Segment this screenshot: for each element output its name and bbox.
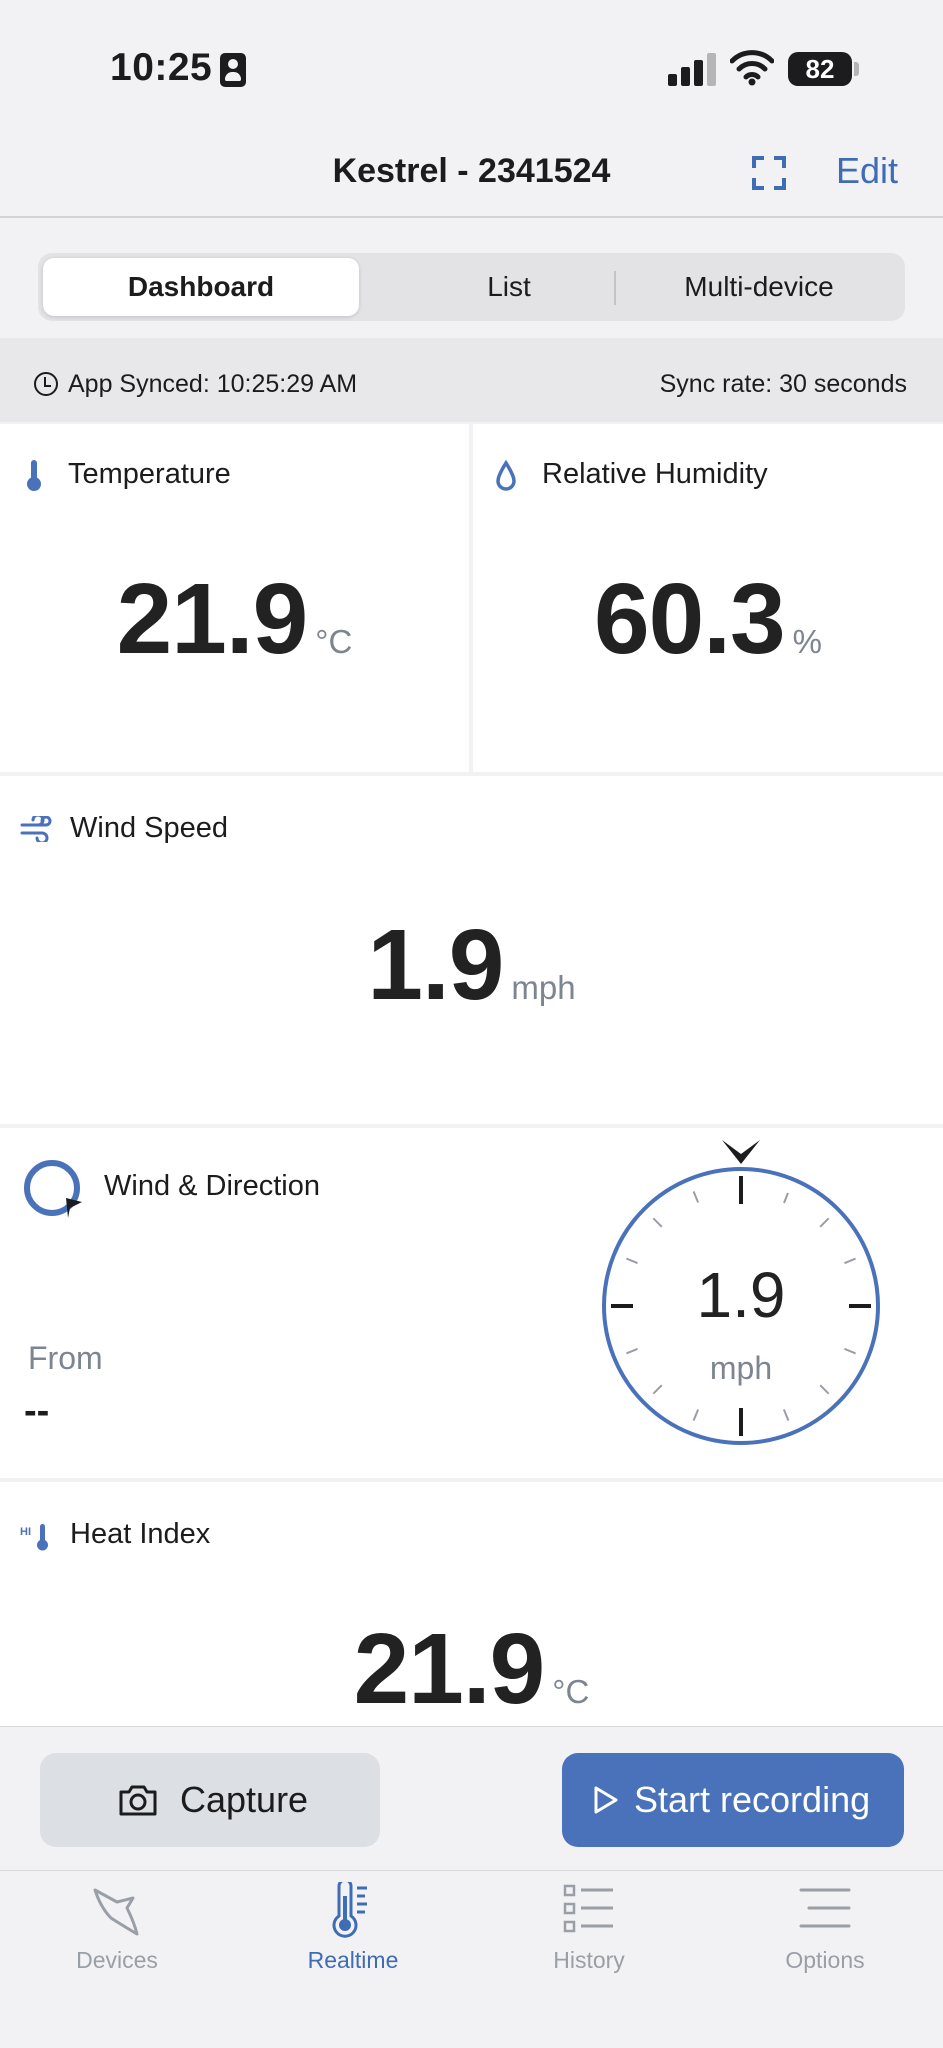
humidity-value: 60.3 bbox=[594, 563, 786, 675]
tab-realtime[interactable]: Realtime bbox=[263, 1882, 443, 1982]
wind-speed-card[interactable]: Wind Speed 1.9 mph bbox=[0, 776, 943, 1124]
menu-icon bbox=[799, 1888, 851, 1928]
heat-index-icon: HI bbox=[20, 1524, 48, 1551]
bird-icon bbox=[93, 1888, 139, 1936]
humidity-unit: % bbox=[792, 623, 822, 660]
tab-devices[interactable]: Devices bbox=[27, 1882, 207, 1982]
compass-speed-unit: mph bbox=[709, 1350, 773, 1386]
wifi-icon bbox=[730, 50, 774, 86]
wind-icon bbox=[20, 816, 52, 842]
edit-button[interactable]: Edit bbox=[836, 150, 898, 192]
page-title: Kestrel - 2341524 bbox=[332, 152, 611, 190]
temperature-reading: 21.9 °C bbox=[0, 562, 469, 677]
temperature-unit: °C bbox=[315, 623, 353, 660]
battery-indicator: 82 bbox=[788, 52, 852, 86]
tab-label: Devices bbox=[76, 1947, 158, 1973]
wind-arrow-icon bbox=[722, 1140, 760, 1164]
tab-dashboard[interactable]: Dashboard bbox=[43, 258, 359, 316]
tab-label: Options bbox=[785, 1947, 865, 1973]
capture-label: Capture bbox=[180, 1779, 309, 1820]
list-icon bbox=[563, 1884, 613, 1933]
card-title: Relative Humidity bbox=[542, 458, 768, 490]
svg-text:HI: HI bbox=[20, 1526, 31, 1538]
status-time: 10:25 bbox=[110, 46, 213, 89]
play-icon bbox=[594, 1786, 618, 1814]
humidity-card[interactable]: Relative Humidity 60.3% bbox=[473, 424, 943, 772]
temperature-card[interactable]: Temperature 21.9 °C bbox=[0, 424, 469, 772]
water-drop-icon bbox=[496, 460, 516, 491]
wind-direction-icon bbox=[24, 1160, 82, 1218]
wind-speed-value: 1.9 bbox=[367, 909, 504, 1021]
camera-icon bbox=[119, 1785, 157, 1816]
temperature-value: 21.9 bbox=[116, 563, 309, 675]
start-recording-button[interactable]: Start recording bbox=[562, 1753, 904, 1847]
wind-speed-reading: 1.9 mph bbox=[0, 908, 943, 1023]
view-segmented-control: Dashboard List Multi-device bbox=[38, 253, 905, 321]
thermometer-icon bbox=[332, 1882, 367, 1938]
wind-speed-unit: mph bbox=[511, 969, 576, 1006]
thermometer-icon bbox=[27, 460, 41, 491]
tab-label: History bbox=[553, 1947, 625, 1973]
card-title: Wind Speed bbox=[70, 812, 228, 844]
humidity-reading: 60.3% bbox=[473, 562, 943, 677]
capture-button[interactable]: Capture bbox=[40, 1753, 380, 1847]
from-value: -- bbox=[24, 1390, 50, 1432]
navigation-bar: Kestrel - 2341524 Edit bbox=[0, 120, 943, 218]
fullscreen-icon[interactable] bbox=[752, 156, 786, 190]
tab-options[interactable]: Options bbox=[735, 1882, 915, 1982]
card-title: Heat Index bbox=[70, 1518, 211, 1550]
heat-index-value: 21.9 bbox=[353, 1613, 546, 1725]
heat-index-card[interactable]: HI Heat Index 21.9 °C bbox=[0, 1482, 943, 1726]
clock-icon bbox=[34, 372, 58, 396]
card-title: Wind & Direction bbox=[104, 1170, 320, 1202]
heat-index-unit: °C bbox=[552, 1673, 590, 1710]
tab-multi-device[interactable]: Multi-device bbox=[618, 258, 900, 316]
tab-label: Realtime bbox=[307, 1947, 399, 1973]
from-label: From bbox=[28, 1340, 103, 1376]
start-recording-label: Start recording bbox=[634, 1779, 871, 1820]
cellular-signal-icon bbox=[668, 52, 716, 86]
sync-rate: Sync rate: 30 seconds bbox=[659, 370, 907, 398]
sync-status: App Synced: 10:25:29 AM bbox=[68, 370, 358, 398]
tab-history[interactable]: History bbox=[499, 1882, 679, 1982]
contact-card-icon bbox=[220, 53, 246, 87]
compass-speed-value: 1.9 bbox=[696, 1259, 786, 1331]
segment-divider bbox=[614, 271, 616, 305]
heat-index-reading: 21.9 °C bbox=[0, 1612, 943, 1726]
battery-nub bbox=[854, 62, 859, 76]
card-title: Temperature bbox=[68, 458, 231, 490]
